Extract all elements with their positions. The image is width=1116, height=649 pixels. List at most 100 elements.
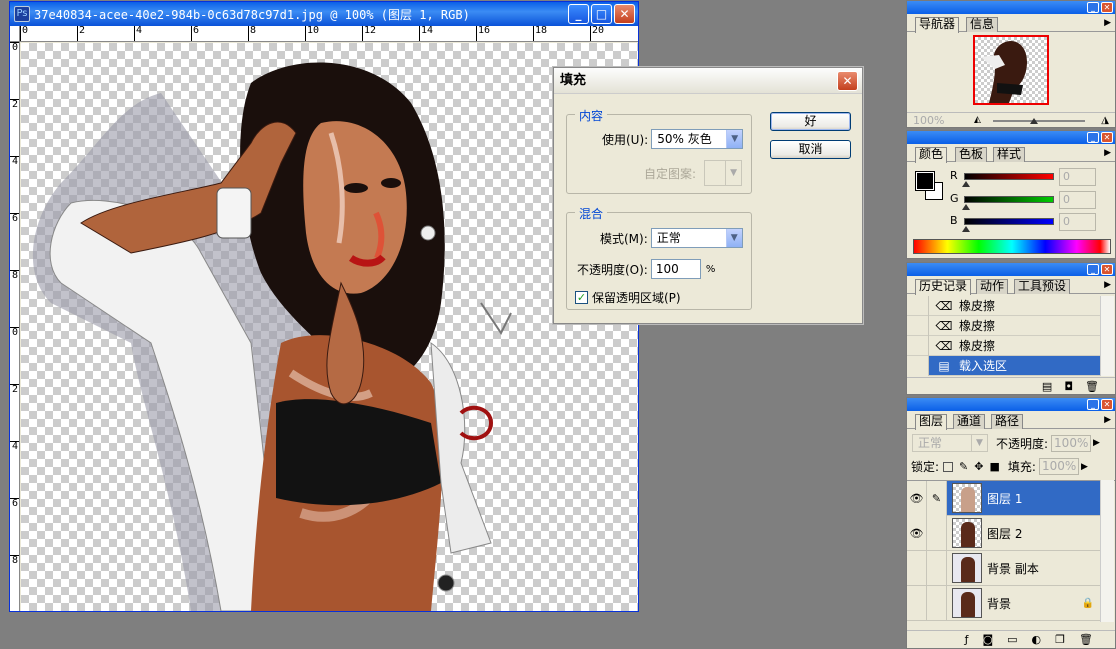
snapshot-source-cell[interactable] (907, 295, 929, 316)
visibility-toggle-cell[interactable] (907, 585, 927, 621)
close-button[interactable]: ✕ (614, 4, 635, 24)
layers-scrollbar[interactable] (1100, 480, 1114, 622)
history-item[interactable]: ▤ 载入选区 (907, 355, 1100, 376)
minimize-icon[interactable]: _ (1087, 399, 1099, 410)
blue-value-input[interactable]: 0 (1059, 213, 1096, 231)
layer-style-icon[interactable]: ƒ (965, 633, 969, 646)
new-layer-icon[interactable]: ❐ (1055, 633, 1065, 646)
tab-actions[interactable]: 动作 (976, 279, 1009, 294)
new-layer-set-icon[interactable]: ▭ (1007, 633, 1017, 646)
fill-dialog[interactable]: 填充 ✕ 内容 使用(U): 50% 灰色 ▼ 自定图案: ▼ 混合 模式(M)… (553, 67, 863, 324)
fill-dialog-title[interactable]: 填充 (554, 68, 862, 94)
palette-titlebar[interactable]: _ ✕ (907, 131, 1115, 144)
mode-select[interactable]: 正常 ▼ (650, 228, 743, 248)
zoom-value[interactable]: 100% (913, 114, 968, 127)
trash-icon[interactable]: 🗑 (1079, 633, 1093, 646)
tab-tool-presets[interactable]: 工具预设 (1014, 279, 1071, 294)
layer-name[interactable]: 图层 1 (987, 490, 1022, 507)
dialog-close-button[interactable]: ✕ (837, 71, 858, 91)
red-slider-thumb[interactable] (962, 181, 970, 187)
layer-link-cell[interactable] (927, 515, 947, 551)
lock-image-icon[interactable]: ✎ (959, 460, 968, 473)
vertical-ruler[interactable]: 0 2 4 6 8 0 2 4 6 8 (10, 42, 20, 611)
layer-name[interactable]: 背景 (987, 595, 1011, 612)
palette-titlebar[interactable]: _ ✕ (907, 398, 1115, 411)
ruler-origin[interactable] (10, 26, 20, 42)
palette-menu-icon[interactable]: ▶ (1104, 280, 1111, 290)
zoom-slider-thumb[interactable] (1030, 118, 1038, 124)
layer-name[interactable]: 图层 2 (987, 525, 1022, 542)
add-mask-icon[interactable]: ◙ (982, 633, 993, 646)
new-document-from-state-icon[interactable]: ▤ (1042, 380, 1052, 393)
layer-row[interactable]: 背景 🔒 (907, 585, 1100, 621)
tab-styles[interactable]: 样式 (993, 147, 1026, 162)
layer-link-cell[interactable] (927, 585, 947, 621)
zoom-out-icon[interactable]: ◭ (974, 115, 981, 125)
layer-blend-mode-select[interactable]: 正常 ▼ (912, 434, 988, 452)
tab-paths[interactable]: 路径 (991, 414, 1024, 429)
tab-info[interactable]: 信息 (966, 17, 999, 32)
zoom-in-icon[interactable]: ◮ (1101, 115, 1109, 126)
visibility-toggle-cell[interactable] (907, 550, 927, 586)
adjustment-layer-icon[interactable]: ◐ (1032, 633, 1042, 646)
opacity-input[interactable] (650, 259, 701, 279)
close-icon[interactable]: ✕ (1101, 399, 1113, 410)
close-icon[interactable]: ✕ (1101, 2, 1113, 13)
document-titlebar[interactable]: Ps 37e40834-acee-40e2-984b-0c63d78c97d1.… (10, 2, 638, 26)
green-slider-thumb[interactable] (962, 204, 970, 210)
history-palette[interactable]: _ ✕ 历史记录 动作 工具预设 ▶ ⌫ 橡皮擦 ⌫ 橡皮擦 ⌫ 橡皮擦 ▤ 载… (906, 262, 1116, 395)
layer-name[interactable]: 背景 副本 (987, 560, 1039, 577)
layers-palette[interactable]: _ ✕ 图层 通道 路径 ▶ 正常 ▼ 不透明度: 100% ▶ 锁定: ✎ ✥… (906, 397, 1116, 649)
minimize-icon[interactable]: _ (1087, 264, 1099, 275)
lock-all-icon[interactable]: ■ (989, 460, 999, 473)
snapshot-source-cell[interactable] (907, 315, 929, 336)
preserve-transparency-checkbox[interactable]: ✓ (575, 291, 588, 304)
color-spectrum-ramp[interactable] (913, 239, 1111, 254)
ok-button[interactable]: 好 (770, 112, 851, 131)
tab-swatches[interactable]: 色板 (955, 147, 988, 162)
visibility-eye-icon[interactable]: 👁 (907, 515, 927, 551)
navigator-palette[interactable]: _ ✕ 导航器 信息 ▶ 100% ◭ ◮ (906, 0, 1116, 128)
history-item[interactable]: ⌫ 橡皮擦 (907, 295, 1100, 316)
red-value-input[interactable]: 0 (1059, 168, 1096, 186)
brush-edit-icon[interactable]: ✎ (927, 480, 947, 516)
zoom-slider[interactable] (993, 120, 1085, 122)
palette-menu-icon[interactable]: ▶ (1104, 148, 1111, 158)
tab-color[interactable]: 颜色 (915, 147, 948, 163)
palette-menu-icon[interactable]: ▶ (1104, 18, 1111, 28)
minimize-icon[interactable]: _ (1087, 2, 1099, 13)
minimize-button[interactable]: _ (568, 4, 589, 24)
fill-slider-arrow-icon[interactable]: ▶ (1081, 462, 1088, 472)
color-palette[interactable]: _ ✕ 颜色 色板 样式 ▶ R 0 G 0 B 0 (906, 130, 1116, 259)
palette-titlebar[interactable]: _ ✕ (907, 1, 1115, 14)
green-slider[interactable] (964, 196, 1054, 203)
tab-layers[interactable]: 图层 (915, 414, 948, 430)
layer-row[interactable]: 👁 ✎ 图层 1 (907, 480, 1100, 516)
lock-transparent-icon[interactable] (943, 461, 954, 472)
document-window[interactable]: Ps 37e40834-acee-40e2-984b-0c63d78c97d1.… (9, 1, 639, 612)
cancel-button[interactable]: 取消 (770, 140, 851, 159)
layer-row[interactable]: 👁 图层 2 (907, 515, 1100, 551)
horizontal-ruler[interactable]: 0 2 4 6 8 10 12 14 16 18 20 (20, 26, 638, 42)
red-slider[interactable] (964, 173, 1054, 180)
navigator-thumbnail[interactable] (973, 35, 1049, 105)
history-scrollbar[interactable] (1100, 296, 1114, 376)
layer-row[interactable]: 背景 副本 (907, 550, 1100, 586)
image-canvas[interactable] (21, 43, 638, 611)
maximize-button[interactable]: □ (591, 4, 612, 24)
blue-slider[interactable] (964, 218, 1054, 225)
history-list[interactable]: ⌫ 橡皮擦 ⌫ 橡皮擦 ⌫ 橡皮擦 ▤ 载入选区 (907, 295, 1115, 376)
snapshot-source-cell[interactable] (907, 355, 929, 376)
layer-opacity-value[interactable]: 100% (1051, 434, 1092, 452)
history-item[interactable]: ⌫ 橡皮擦 (907, 335, 1100, 356)
foreground-color-swatch[interactable] (915, 171, 935, 191)
close-icon[interactable]: ✕ (1101, 264, 1113, 275)
tab-channels[interactable]: 通道 (953, 414, 986, 429)
tab-history[interactable]: 历史记录 (915, 279, 972, 295)
visibility-eye-icon[interactable]: 👁 (907, 480, 927, 516)
use-select[interactable]: 50% 灰色 ▼ (651, 129, 744, 149)
layers-list[interactable]: 👁 ✎ 图层 1 👁 图层 2 背景 副本 背景 🔒 (907, 480, 1115, 622)
palette-titlebar[interactable]: _ ✕ (907, 263, 1115, 276)
minimize-icon[interactable]: _ (1087, 132, 1099, 143)
close-icon[interactable]: ✕ (1101, 132, 1113, 143)
